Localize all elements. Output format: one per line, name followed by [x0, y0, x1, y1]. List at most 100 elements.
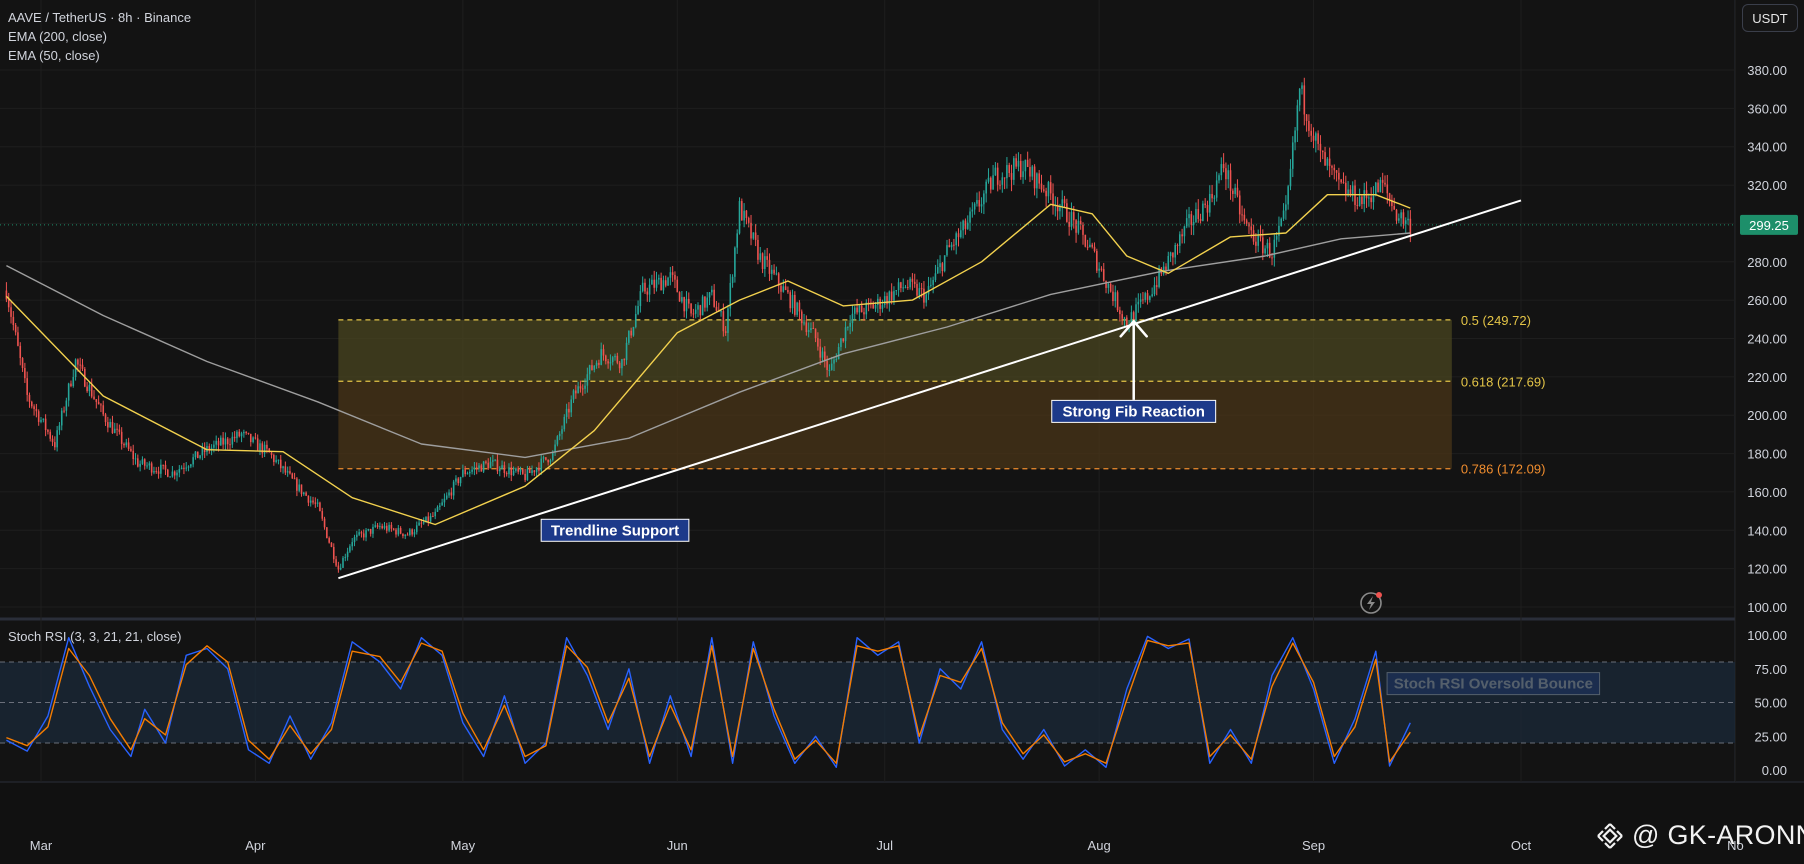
candle-body: [42, 418, 45, 420]
candle-body: [1181, 234, 1183, 237]
candle-body: [1096, 250, 1098, 271]
candle-body: [282, 466, 284, 469]
candle-body: [1091, 244, 1094, 247]
candle-body: [950, 244, 953, 248]
candle-body: [858, 305, 861, 313]
candle-body: [54, 442, 56, 448]
candle-body: [1282, 210, 1285, 219]
candle-body: [353, 537, 356, 543]
candle-body: [1010, 173, 1013, 180]
candle-body: [1298, 88, 1301, 106]
candle-body: [332, 546, 335, 560]
candle-body: [671, 272, 674, 275]
candle-body: [1255, 241, 1257, 246]
candle-body: [1398, 218, 1400, 221]
candle-body: [602, 349, 605, 356]
candle-body: [1215, 180, 1218, 198]
candle-body: [1049, 182, 1052, 194]
price-tick-label: 360.00: [1747, 101, 1787, 116]
candle-body: [1262, 237, 1264, 254]
candle-body: [270, 452, 273, 455]
candle-body: [1199, 218, 1202, 221]
candle-body: [923, 288, 925, 303]
candle-body: [475, 467, 478, 469]
candle-body: [1139, 299, 1142, 302]
candle-body: [217, 440, 220, 446]
candle-body: [844, 327, 847, 342]
candle-body: [180, 467, 183, 470]
candle-body: [1043, 189, 1045, 191]
candle-body: [826, 360, 828, 370]
candle-body: [782, 286, 785, 292]
candle-body: [780, 285, 782, 292]
candle-body: [936, 267, 939, 274]
alert-dot: [1376, 592, 1382, 598]
candle-body: [824, 351, 826, 361]
candle-body: [1190, 214, 1193, 225]
candle-body: [925, 294, 928, 303]
candle-body: [1331, 166, 1333, 168]
candle-body: [5, 290, 8, 300]
candle-body: [646, 291, 649, 295]
candle-body: [743, 210, 745, 221]
candle-body: [860, 305, 863, 313]
candle-body: [976, 200, 978, 204]
watermark-text: @ GK-ARONNO: [1632, 820, 1804, 850]
candle-body: [658, 277, 660, 280]
candle-body: [466, 473, 469, 475]
candle-body: [773, 269, 775, 274]
candle-body: [1379, 179, 1382, 193]
candle-body: [775, 273, 778, 275]
candle-body: [1066, 203, 1068, 222]
stoch-rsi-legend: Stoch RSI (3, 3, 21, 21, close): [8, 629, 182, 644]
candle-body: [807, 330, 810, 333]
candle-body: [1116, 292, 1119, 311]
candle-body: [229, 444, 231, 446]
candle-body: [946, 245, 948, 256]
candle-body: [715, 306, 718, 311]
candle-body: [630, 330, 632, 336]
candle-body: [812, 328, 815, 330]
candle-body: [1075, 220, 1077, 233]
candle-body: [800, 311, 803, 324]
candle-body: [116, 428, 118, 430]
candle-body: [577, 386, 579, 394]
candle-body: [326, 527, 328, 539]
candle-body: [132, 450, 135, 460]
candle-body: [655, 279, 658, 288]
candle-body: [392, 528, 395, 530]
candle-body: [916, 283, 918, 296]
candle-body: [220, 437, 222, 446]
candle-body: [367, 528, 370, 531]
candle-body: [1294, 130, 1296, 143]
candle-body: [459, 477, 462, 484]
candle-body: [312, 500, 314, 503]
candle-body: [58, 425, 61, 431]
candle-body: [30, 401, 33, 407]
candle-body: [1372, 195, 1375, 203]
candle-body: [436, 506, 439, 512]
candle-body: [798, 302, 801, 312]
candle-body: [508, 467, 510, 475]
candle-body: [1324, 152, 1326, 166]
candle-body: [660, 277, 662, 291]
chart-canvas[interactable]: 0.5 (249.72) 0.618 (217.69) 0.786 (172.09)…: [0, 0, 1804, 864]
candle-body: [1335, 170, 1338, 173]
currency-button[interactable]: USDT: [1742, 4, 1798, 32]
candle-body: [623, 359, 626, 361]
candle-body: [1250, 226, 1253, 231]
candle-body: [803, 322, 805, 324]
candle-body: [127, 442, 130, 449]
candle-body: [162, 464, 164, 466]
candle-body: [1123, 317, 1126, 319]
candle-body: [768, 259, 771, 274]
candle-body: [1321, 150, 1324, 153]
candle-body: [586, 374, 589, 386]
candle-body: [545, 457, 547, 460]
candle-body: [362, 533, 365, 538]
candle-body: [517, 468, 519, 472]
annotation-fib-reaction: Strong Fib Reaction: [1051, 399, 1217, 423]
candle-body: [1006, 165, 1008, 179]
candle-body: [1305, 114, 1308, 121]
candle-body: [962, 220, 964, 231]
